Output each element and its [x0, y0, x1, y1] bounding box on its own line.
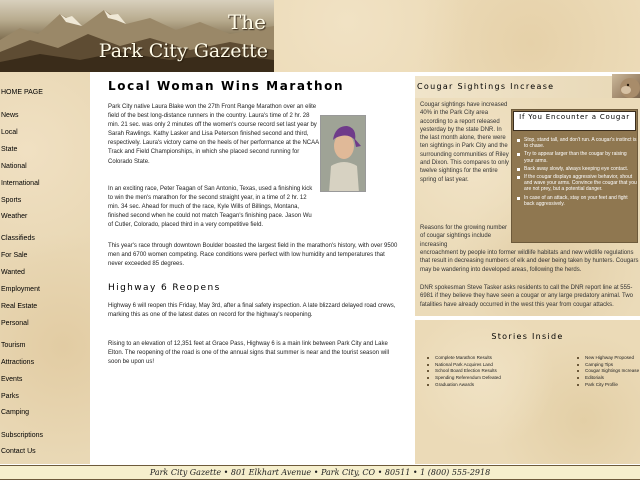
cougar-paragraph: encroachment by people into former wildl…	[420, 250, 639, 273]
nav-subscriptions[interactable]: Subscriptions	[1, 432, 43, 439]
story-link[interactable]: New Highway Proposed	[575, 355, 639, 362]
site-title[interactable]: Park City Gazette	[99, 40, 268, 62]
cougar-tips-list: Stop, stand tall, and don't run. A couga…	[515, 137, 637, 209]
story-link[interactable]: Complete Marathon Results	[425, 355, 501, 362]
left-navigation: HOME PAGE News Local State National Inte…	[0, 72, 90, 464]
nav-for-sale[interactable]: For Sale	[1, 252, 27, 259]
nav-contact-us[interactable]: Contact Us	[1, 448, 36, 455]
article-paragraph: Park City native Laura Blake won the 27t…	[108, 104, 319, 165]
story-link[interactable]: Cougar Sightings Increase	[575, 368, 639, 375]
stories-heading: Stories Inside	[491, 332, 564, 341]
cougar-story-header: Cougar Sightings Increase	[415, 76, 640, 98]
cougar-paragraph: Cougar sightings have increased 40% in t…	[420, 102, 509, 183]
article-headline: Local Woman Wins Marathon	[108, 79, 345, 93]
masthead-texture	[274, 0, 640, 72]
article-paragraph: Rising to an elevation of 12,351 feet at…	[108, 341, 390, 366]
cougar-tip: If the cougar displays aggressive behavi…	[515, 174, 637, 193]
nav-sports[interactable]: Sports	[1, 197, 21, 204]
nav-news[interactable]: News	[1, 112, 19, 119]
cougar-tip: Stop, stand tall, and don't run. A couga…	[515, 137, 637, 150]
article-paragraph: In an exciting race, Peter Teagan of San…	[108, 186, 313, 229]
nav-parks[interactable]: Parks	[1, 393, 19, 400]
story-link[interactable]: National Park Acquires Land	[425, 362, 501, 369]
story-link[interactable]: Camping Tips	[575, 362, 639, 369]
stories-list-left: Complete Marathon Results National Park …	[425, 355, 501, 389]
article-paragraph: This year's race through downtown Boulde…	[108, 243, 398, 268]
nav-real-estate[interactable]: Real Estate	[1, 303, 37, 310]
cougar-tips-box: If You Encounter a Cougar Stop, stand ta…	[511, 109, 638, 243]
nav-national[interactable]: National	[1, 163, 27, 170]
nav-home-page[interactable]: HOME PAGE	[1, 89, 43, 96]
cougar-headline: Cougar Sightings Increase	[417, 82, 555, 91]
footer-address-bar: Park City Gazette • 801 Elkhart Avenue •…	[0, 465, 640, 480]
cougar-tips-heading: If You Encounter a Cougar	[513, 111, 636, 131]
cougar-paragraph: Reasons for the growing number of cougar…	[420, 225, 508, 248]
masthead-banner: The Park City Gazette	[0, 0, 274, 72]
story-link[interactable]: Park City Profile	[575, 382, 639, 389]
runner-photo	[320, 115, 366, 192]
runner-image	[321, 116, 365, 191]
nav-attractions[interactable]: Attractions	[1, 359, 34, 366]
article-subheadline: Highway 6 Reopens	[108, 283, 221, 293]
nav-international[interactable]: International	[1, 180, 40, 187]
stories-list-right: New Highway Proposed Camping Tips Cougar…	[575, 355, 639, 389]
nav-events[interactable]: Events	[1, 376, 22, 383]
nav-camping[interactable]: Camping	[1, 409, 29, 416]
nav-tourism[interactable]: Tourism	[1, 342, 26, 349]
nav-weather[interactable]: Weather	[1, 213, 27, 220]
story-link[interactable]: School Board Election Results	[425, 368, 501, 375]
cougar-paragraph: DNR spokesman Steve Tasker asks resident…	[420, 285, 634, 308]
nav-personal[interactable]: Personal	[1, 320, 29, 327]
cougar-tip: In case of an attack, stay on your feet …	[515, 195, 637, 208]
nav-state[interactable]: State	[1, 146, 17, 153]
masthead-the: The	[227, 10, 266, 34]
stories-inside: Stories Inside Complete Marathon Results…	[415, 320, 640, 464]
story-link[interactable]: Graduation Awards	[425, 382, 501, 389]
cougar-tip: Back away slowly, always keeping eye con…	[515, 166, 637, 172]
nav-employment[interactable]: Employment	[1, 286, 40, 293]
story-link[interactable]: Editorials	[575, 375, 639, 382]
article-paragraph: Highway 6 will reopen this Friday, May 3…	[108, 303, 396, 319]
nav-local[interactable]: Local	[1, 129, 18, 136]
nav-wanted[interactable]: Wanted	[1, 269, 25, 276]
cougar-tip: Try to appear larger than the cougar by …	[515, 151, 637, 164]
story-link[interactable]: Spending Referendum Defeated	[425, 375, 501, 382]
nav-classifieds[interactable]: Classifieds	[1, 235, 35, 242]
main-article: Local Woman Wins Marathon Park City nati…	[90, 72, 415, 464]
